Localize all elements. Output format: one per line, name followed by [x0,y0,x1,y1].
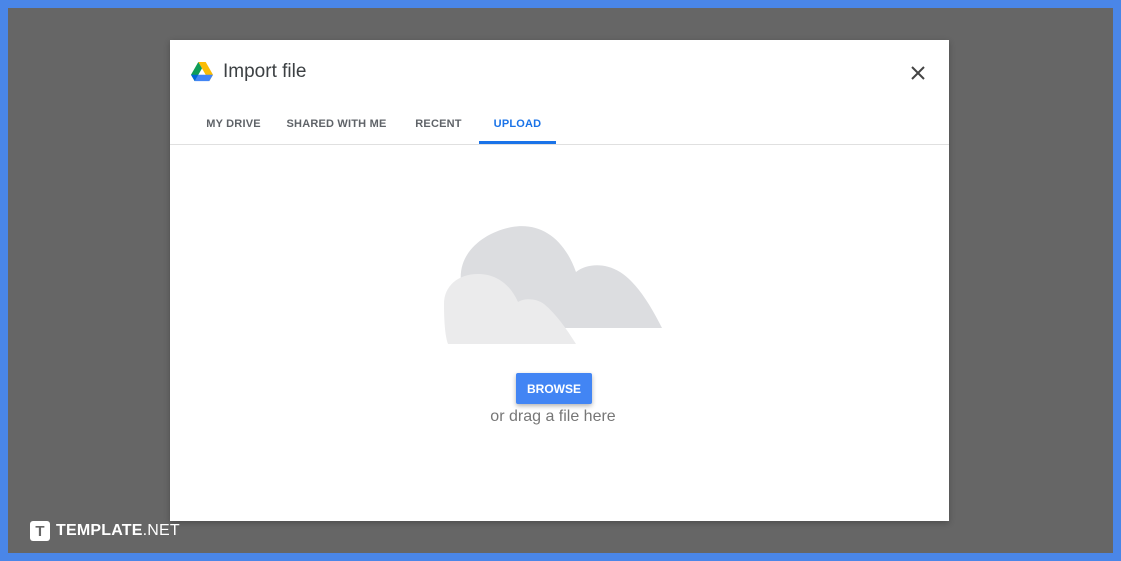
close-button[interactable] [907,62,929,84]
close-icon [911,66,925,80]
template-logo-mark: T [30,521,50,541]
dialog-title: Import file [223,61,307,82]
tab-my-drive[interactable]: MY DRIVE [192,104,275,144]
tab-upload[interactable]: UPLOAD [479,104,556,144]
cloud-icon [444,226,662,344]
brand-name: TEMPLATE [56,522,143,539]
dialog-header: Import file [170,40,949,104]
tab-divider [170,144,949,145]
import-file-dialog: Import file MY DRIVE SHARED WITH ME RECE… [170,40,949,521]
tab-bar: MY DRIVE SHARED WITH ME RECENT UPLOAD [192,104,556,144]
google-drive-icon [191,62,213,82]
brand-text: TEMPLATE.NET [56,522,180,540]
tab-shared-with-me[interactable]: SHARED WITH ME [275,104,398,144]
browse-button[interactable]: BROWSE [516,373,592,404]
template-net-watermark: T TEMPLATE.NET [30,520,180,542]
brand-suffix: .NET [142,522,180,539]
drag-hint-text: or drag a file here [490,408,616,425]
tab-recent[interactable]: RECENT [398,104,479,144]
